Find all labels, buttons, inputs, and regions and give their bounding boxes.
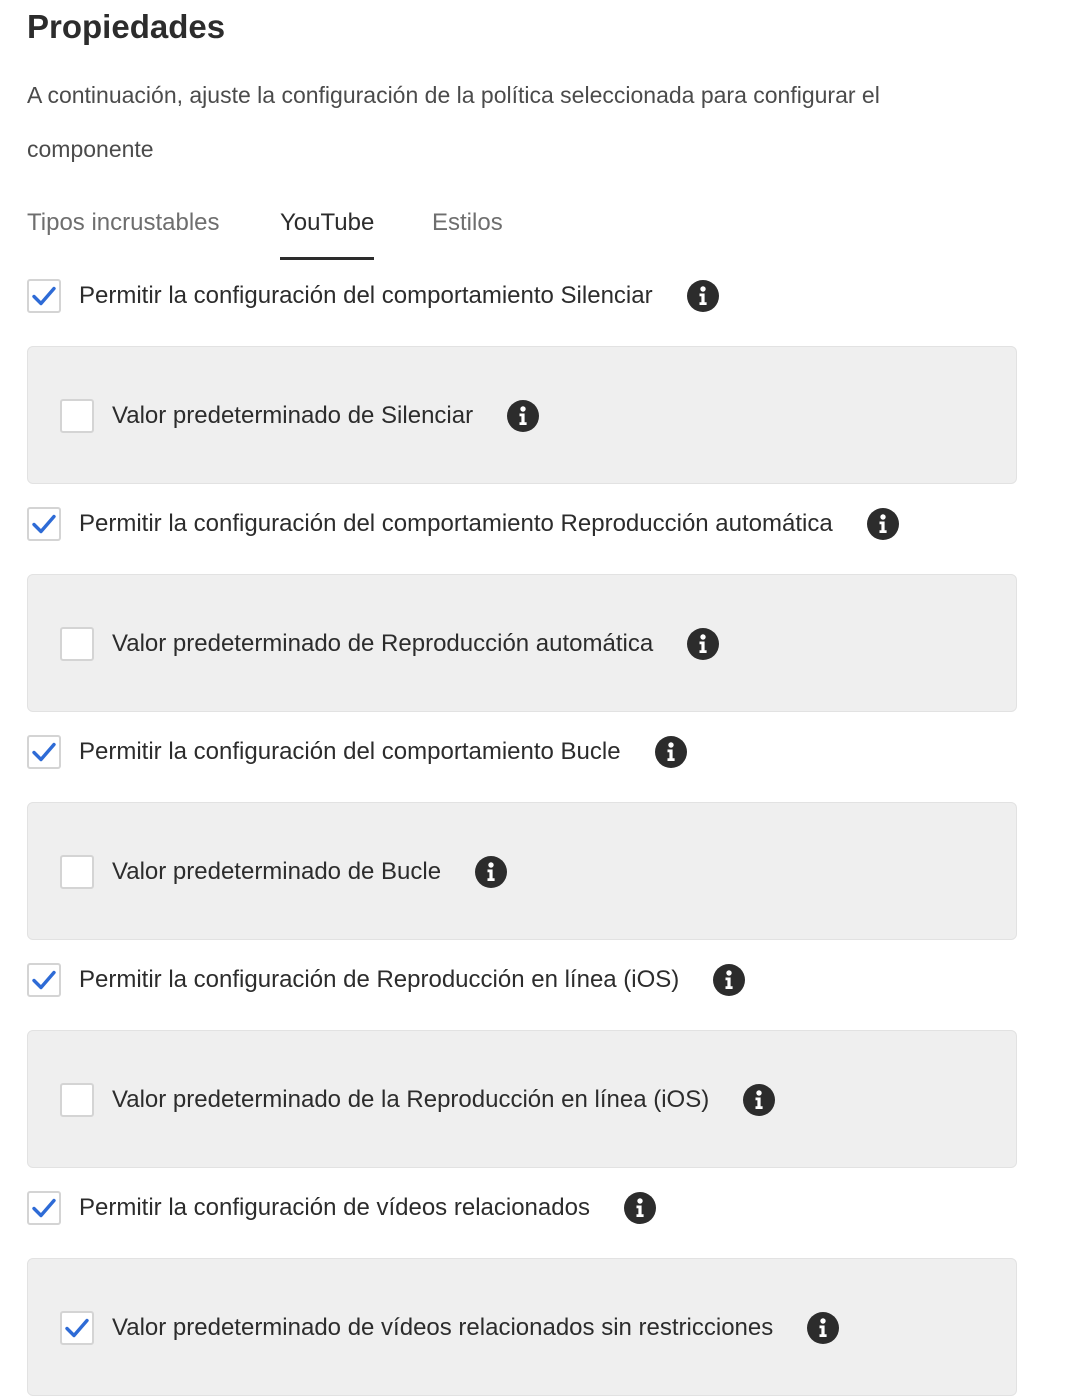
inline-default-panel: Valor predeterminado de la Reproducción … — [27, 1030, 1017, 1168]
default-mute-label: Valor predeterminado de Silenciar — [112, 402, 474, 429]
tab-tipos-incrustables[interactable]: Tipos incrustables — [27, 200, 220, 260]
allow-related-row: Permitir la configuración de vídeos rela… — [27, 1188, 656, 1228]
allow-inline-row: Permitir la configuración de Reproducció… — [27, 960, 746, 1000]
page-description: A continuación, ajuste la configuración … — [27, 82, 880, 162]
allow-loop-checkbox[interactable] — [27, 735, 61, 769]
default-loop-row: Valor predeterminado de Bucle — [60, 852, 508, 892]
mute-default-panel: Valor predeterminado de Silenciar — [27, 346, 1017, 484]
allow-loop-row: Permitir la configuración del comportami… — [27, 732, 687, 772]
checkmark-icon — [32, 970, 56, 990]
allow-autoplay-checkbox[interactable] — [27, 507, 61, 541]
allow-related-checkbox[interactable] — [27, 1191, 61, 1225]
default-mute-row: Valor predeterminado de Silenciar — [60, 396, 540, 436]
tab-bar: Tipos incrustables YouTube Estilos — [27, 200, 1027, 260]
info-icon[interactable] — [687, 628, 720, 660]
allow-mute-row: Permitir la configuración del comportami… — [27, 276, 719, 316]
info-icon[interactable] — [743, 1084, 776, 1116]
checkmark-icon — [65, 1318, 89, 1338]
default-inline-checkbox[interactable] — [60, 1083, 94, 1117]
page-title: Propiedades — [27, 8, 226, 45]
allow-mute-checkbox[interactable] — [27, 279, 61, 313]
loop-default-panel: Valor predeterminado de Bucle — [27, 802, 1017, 940]
default-loop-checkbox[interactable] — [60, 855, 94, 889]
allow-loop-label: Permitir la configuración del comportami… — [79, 738, 621, 765]
allow-autoplay-label: Permitir la configuración del comportami… — [79, 510, 833, 537]
related-default-panel: Valor predeterminado de vídeos relaciona… — [27, 1258, 1017, 1396]
info-icon[interactable] — [507, 400, 540, 432]
checkmark-icon — [32, 286, 56, 306]
checkmark-icon — [32, 514, 56, 534]
allow-related-label: Permitir la configuración de vídeos rela… — [79, 1194, 590, 1221]
info-icon[interactable] — [654, 736, 687, 768]
allow-inline-checkbox[interactable] — [27, 963, 61, 997]
default-autoplay-checkbox[interactable] — [60, 627, 94, 661]
info-icon[interactable] — [686, 280, 719, 312]
default-inline-row: Valor predeterminado de la Reproducción … — [60, 1080, 776, 1120]
checkmark-icon — [32, 742, 56, 762]
allow-inline-label: Permitir la configuración de Reproducció… — [79, 966, 680, 993]
default-mute-checkbox[interactable] — [60, 399, 94, 433]
info-icon[interactable] — [713, 964, 746, 996]
default-loop-label: Valor predeterminado de Bucle — [112, 858, 442, 885]
tab-youtube[interactable]: YouTube — [280, 200, 375, 260]
default-related-label: Valor predeterminado de vídeos relaciona… — [112, 1314, 774, 1341]
default-related-row: Valor predeterminado de vídeos relaciona… — [60, 1308, 840, 1348]
tab-estilos[interactable]: Estilos — [432, 200, 503, 260]
default-autoplay-row: Valor predeterminado de Reproducción aut… — [60, 624, 720, 664]
checkmark-icon — [32, 1198, 56, 1218]
info-icon[interactable] — [475, 856, 508, 888]
autoplay-default-panel: Valor predeterminado de Reproducción aut… — [27, 574, 1017, 712]
allow-autoplay-row: Permitir la configuración del comportami… — [27, 504, 899, 544]
info-icon[interactable] — [623, 1192, 656, 1224]
info-icon[interactable] — [807, 1312, 840, 1344]
default-related-checkbox[interactable] — [60, 1311, 94, 1345]
allow-mute-label: Permitir la configuración del comportami… — [79, 282, 653, 309]
default-inline-label: Valor predeterminado de la Reproducción … — [112, 1086, 710, 1113]
default-autoplay-label: Valor predeterminado de Reproducción aut… — [112, 630, 654, 657]
info-icon[interactable] — [866, 508, 899, 540]
